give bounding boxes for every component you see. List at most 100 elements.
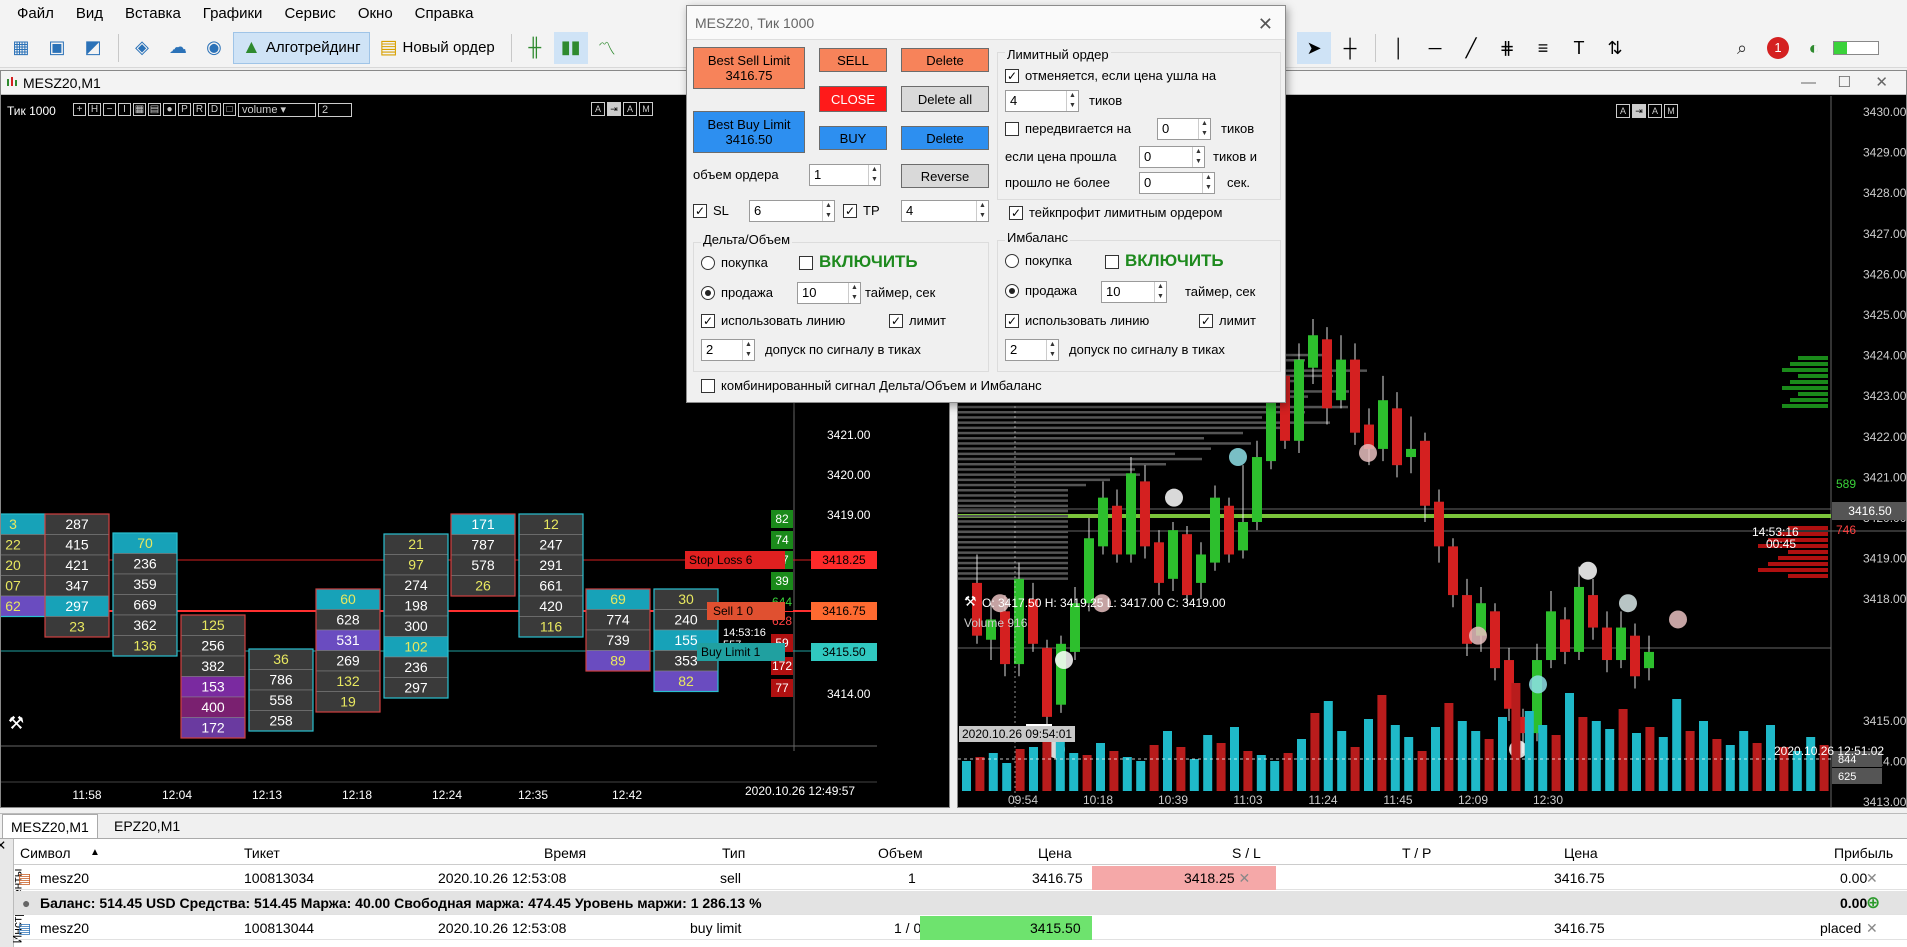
spin-arrows-icon[interactable]: ▲ ▼ [1198, 119, 1210, 139]
maximize-icon[interactable]: ☐ [1838, 71, 1851, 95]
row-sl[interactable]: 3418.25 ✕ [1092, 866, 1276, 890]
col-tp[interactable]: T / P [1402, 841, 1431, 865]
dialog-title[interactable]: MESZ20, Тик 1000 [687, 6, 1285, 40]
grid-button[interactable]: ▤ [148, 103, 161, 116]
imbalance-buy-radio[interactable] [1005, 254, 1019, 268]
add-button[interactable]: + [73, 103, 86, 116]
col-volume[interactable]: Объем [878, 841, 923, 865]
market-watch-icon[interactable]: ◩ [76, 32, 110, 64]
bars-button[interactable]: ▦ [133, 103, 146, 116]
vertical-line-icon[interactable]: │ [1382, 32, 1416, 64]
imbalance-use-line-checkbox[interactable]: ✓ [1005, 314, 1019, 328]
mode-a2-button[interactable]: A [623, 102, 637, 116]
tp-checkbox[interactable]: ✓ [843, 204, 857, 218]
navigator-icon[interactable]: ☁ [161, 32, 195, 64]
h-button[interactable]: H [88, 103, 101, 116]
col-ticket[interactable]: Тикет [244, 841, 280, 865]
sort-up-icon[interactable]: ▲ [90, 841, 100, 865]
delta-buy-radio[interactable] [701, 256, 715, 270]
imbalance-limit-checkbox[interactable]: ✓ [1199, 314, 1213, 328]
delta-limit-checkbox[interactable]: ✓ [889, 314, 903, 328]
connection-icon[interactable] [1833, 32, 1879, 64]
not-more-input[interactable]: 0 ▲ ▼ [1139, 172, 1215, 194]
buy-button[interactable]: BUY [819, 126, 887, 150]
spin-arrows-icon[interactable]: ▲ ▼ [1154, 282, 1166, 302]
spin-arrows-icon[interactable]: ▲ ▼ [848, 283, 860, 303]
imbalance-enable-checkbox[interactable] [1105, 255, 1119, 269]
menu-file[interactable]: Файл [6, 0, 65, 28]
dot-button[interactable]: ● [163, 103, 176, 116]
line-chart-icon[interactable]: 〽 [590, 32, 624, 64]
sl-checkbox[interactable]: ✓ [693, 204, 707, 218]
volume-spin[interactable]: 2 [318, 103, 352, 117]
mode-arrow-button[interactable]: ⇥ [607, 102, 621, 116]
mode-a-button[interactable]: A [591, 102, 605, 116]
menu-tools[interactable]: Сервис [273, 0, 346, 28]
new-chart-icon[interactable]: ▦ [4, 32, 38, 64]
i-button[interactable]: I [118, 103, 131, 116]
level-icon[interactable]: ◐ [1797, 32, 1831, 64]
arrow-tool-icon[interactable]: ⇅ [1598, 32, 1632, 64]
tools-icon[interactable]: ⚒ [964, 593, 977, 610]
delta-enable-checkbox[interactable] [799, 256, 813, 270]
col-type[interactable]: Тип [722, 841, 745, 865]
dialog-close-icon[interactable]: ✕ [1258, 14, 1273, 35]
col-symbol[interactable]: Символ [20, 841, 70, 865]
mode-m-button[interactable]: M [639, 102, 653, 116]
text-tool-icon[interactable]: T [1562, 32, 1596, 64]
trendline-icon[interactable]: ╱ [1454, 32, 1488, 64]
table-row[interactable]: ▤ mesz20 100813034 2020.10.26 12:53:08 s… [14, 866, 1907, 890]
cancel-ticks-input[interactable]: 4 ▲ ▼ [1005, 90, 1079, 112]
close-position-icon[interactable]: ✕ [1866, 866, 1878, 890]
menu-insert[interactable]: Вставка [114, 0, 192, 28]
signal-icon[interactable]: ◉ [197, 32, 231, 64]
remove-sl-icon[interactable]: ✕ [1239, 870, 1251, 886]
delete-order-icon[interactable]: ✕ [1866, 916, 1878, 940]
col-price[interactable]: Цена [1038, 841, 1072, 865]
sell-button[interactable]: SELL [819, 48, 887, 72]
data-window-icon[interactable]: ◈ [125, 32, 159, 64]
mode-m-button[interactable]: M [1664, 104, 1678, 118]
square-button[interactable]: □ [223, 103, 236, 116]
reverse-button[interactable]: Reverse [901, 164, 989, 188]
imbalance-timer-input[interactable]: 10 ▲ ▼ [1101, 281, 1167, 303]
notifications-icon[interactable]: 1 [1761, 32, 1795, 64]
minus-button[interactable]: − [103, 103, 116, 116]
p-button[interactable]: P [178, 103, 191, 116]
takeprofit-limit-checkbox[interactable]: ✓ [1009, 206, 1023, 220]
if-price-input[interactable]: 0 ▲ ▼ [1139, 146, 1205, 168]
table-row[interactable]: ▤ mesz20 100813044 2020.10.26 12:53:08 b… [14, 916, 1907, 940]
bar-chart-icon[interactable]: ╫ [518, 32, 552, 64]
mode-a-button[interactable]: A [1616, 104, 1630, 118]
horizontal-line-icon[interactable]: ─ [1418, 32, 1452, 64]
profiles-icon[interactable]: ▣ [40, 32, 74, 64]
close-button[interactable]: CLOSE [819, 86, 887, 112]
delete-all-button[interactable]: Delete all [901, 86, 989, 112]
candle-chart-icon[interactable]: ▮▮ [553, 31, 588, 64]
imbalance-tolerance-input[interactable]: 2 ▲ ▼ [1005, 339, 1059, 361]
moves-input[interactable]: 0 ▲ ▼ [1157, 118, 1211, 140]
tab-epz20[interactable]: EPZ20,M1 [106, 814, 188, 838]
spin-arrows-icon[interactable]: ▲ ▼ [822, 201, 834, 221]
col-profit[interactable]: Прибыль [1834, 841, 1893, 865]
col-current-price[interactable]: Цена [1564, 841, 1598, 865]
spin-arrows-icon[interactable]: ▲ ▼ [1046, 340, 1058, 360]
cursor-icon[interactable]: ➤ [1297, 32, 1331, 64]
spin-arrows-icon[interactable]: ▲ ▼ [1066, 91, 1078, 111]
menu-window[interactable]: Окно [347, 0, 404, 28]
minimize-icon[interactable]: — [1801, 71, 1816, 95]
tp-input[interactable]: 4 ▲ ▼ [901, 200, 989, 222]
col-sl[interactable]: S / L [1232, 841, 1261, 865]
delete-buy-button[interactable]: Delete [901, 126, 989, 150]
spin-arrows-icon[interactable]: ▲ ▼ [1202, 173, 1214, 193]
algotrading-button[interactable]: ▲ Алготрейдинг [233, 31, 370, 64]
terminal-close-icon[interactable]: ✕ [0, 840, 9, 851]
spin-arrows-icon[interactable]: ▲ ▼ [868, 165, 880, 185]
best-buy-limit-button[interactable]: Best Buy Limit 3416.50 [693, 111, 805, 153]
menu-charts[interactable]: Графики [192, 0, 274, 28]
spin-arrows-icon[interactable]: ▲ ▼ [742, 340, 754, 360]
delete-sell-button[interactable]: Delete [901, 48, 989, 72]
fibo-levels-icon[interactable]: ≡ [1526, 32, 1560, 64]
imbalance-sell-radio[interactable] [1005, 284, 1019, 298]
sl-input[interactable]: 6 ▲ ▼ [749, 200, 835, 222]
